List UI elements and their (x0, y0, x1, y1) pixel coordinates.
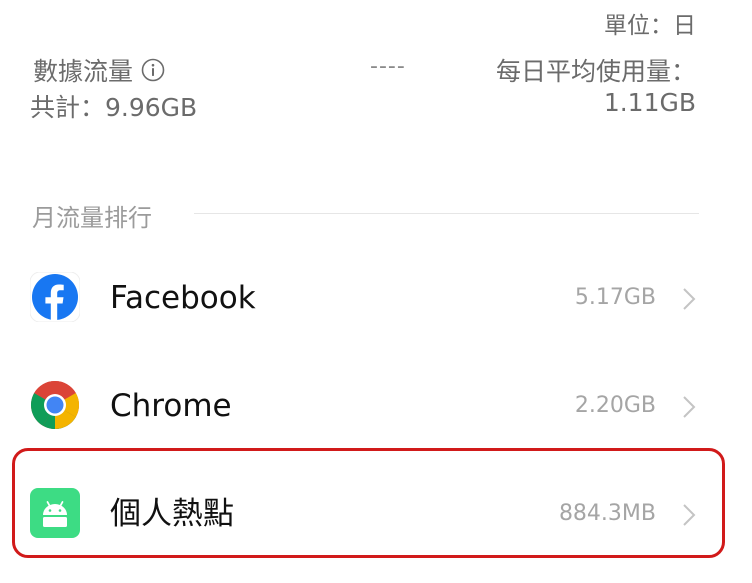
chevron-right-icon (683, 288, 696, 310)
app-usage: 5.17GB (574, 285, 656, 310)
total-usage: 共計：9.96GB (30, 93, 198, 122)
chrome-icon (30, 380, 80, 430)
app-usage: 2.20GB (574, 393, 656, 418)
daily-average-label: 每日平均使用量： (495, 57, 696, 86)
app-usage: 884.3MB (558, 501, 656, 526)
app-name: Chrome (110, 388, 232, 424)
android-icon (30, 488, 80, 538)
info-icon[interactable] (141, 58, 165, 82)
facebook-icon (30, 272, 80, 322)
chevron-right-icon (683, 504, 696, 526)
section-divider (194, 213, 699, 214)
app-row-personal-hotspot[interactable]: 個人熱點 884.3MB (0, 462, 752, 566)
placeholder-dashes: ---- (370, 54, 406, 79)
data-usage-label: 數據流量 (33, 52, 165, 88)
data-usage-text: 數據流量 (33, 57, 134, 86)
chevron-right-icon (683, 396, 696, 418)
app-name: 個人熱點 (110, 496, 234, 532)
app-name: Facebook (110, 280, 256, 316)
daily-average-value: 1.11GB (603, 88, 696, 117)
section-title: 月流量排行 (32, 204, 152, 232)
app-row-facebook[interactable]: Facebook 5.17GB (0, 246, 752, 350)
unit-label: 單位：日 (604, 13, 696, 39)
app-row-chrome[interactable]: Chrome 2.20GB (0, 354, 752, 458)
